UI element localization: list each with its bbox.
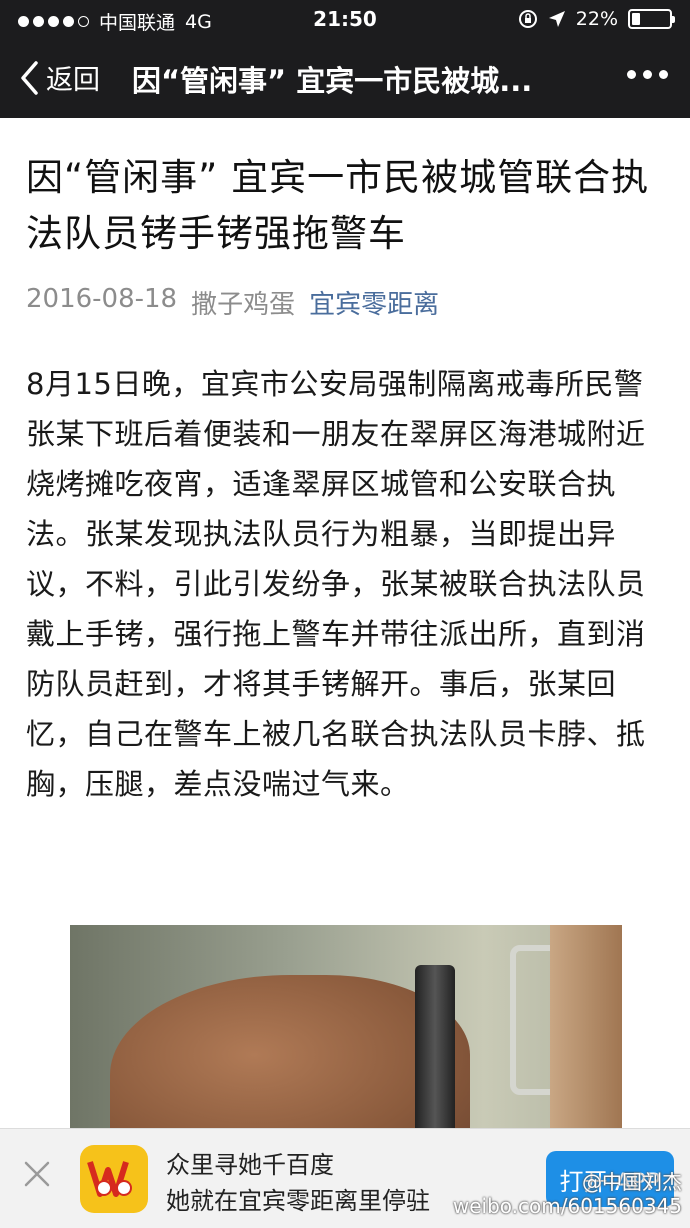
app-promo-banner: 众里寻她千百度 她就在宜宾零距离里停驻 打开 APP @中国刘杰 weibo.c…: [0, 1128, 690, 1228]
chevron-left-icon: [21, 60, 38, 95]
article-meta: 2016-08-18 撒子鸡蛋 宜宾零距离: [26, 284, 666, 321]
top-bar: 中国联通 4G 21:50 22% 返回 因“管闲事” 宜宾一市民被城...: [0, 0, 690, 118]
watermark: @中国刘杰 weibo.com/601560345: [453, 1170, 682, 1218]
location-arrow-icon: [548, 11, 565, 27]
back-button[interactable]: 返回: [18, 58, 100, 97]
publish-date: 2016-08-18: [26, 284, 178, 314]
app-logo-icon: [80, 1145, 148, 1213]
status-bar: 中国联通 4G 21:50 22%: [0, 0, 690, 38]
article-photo: [70, 925, 622, 1135]
article-body: 8月15日晚，宜宾市公安局强制隔离戒毒所民警张某下班后着便装和一朋友在翠屏区海港…: [26, 367, 646, 801]
article: 因“管闲事” 宜宾一市民被城管联合执法队员铐手铐强拖警车 2016-08-18 …: [26, 150, 666, 809]
author-name: 撒子鸡蛋: [191, 290, 296, 320]
watermark-handle: @中国刘杰: [582, 1170, 682, 1194]
back-label: 返回: [46, 65, 100, 96]
rotation-lock-icon: [518, 10, 537, 28]
watermark-url: weibo.com/601560345: [452, 1194, 682, 1218]
nav-title: 因“管闲事” 宜宾一市民被城...: [132, 64, 533, 98]
banner-slogan-line1: 众里寻她千百度: [166, 1151, 334, 1179]
navigation-bar: 返回 因“管闲事” 宜宾一市民被城...: [0, 38, 690, 118]
more-options-icon[interactable]: [627, 70, 668, 79]
close-banner-button[interactable]: [22, 1159, 52, 1189]
close-icon: [24, 1161, 50, 1187]
banner-slogan-line2: 她就在宜宾零距离里停驻: [166, 1187, 430, 1215]
battery-percent: 22%: [575, 8, 618, 30]
battery-icon: [628, 9, 675, 29]
article-title: 因“管闲事” 宜宾一市民被城管联合执法队员铐手铐强拖警车: [26, 156, 650, 255]
account-link[interactable]: 宜宾零距离: [309, 284, 439, 321]
